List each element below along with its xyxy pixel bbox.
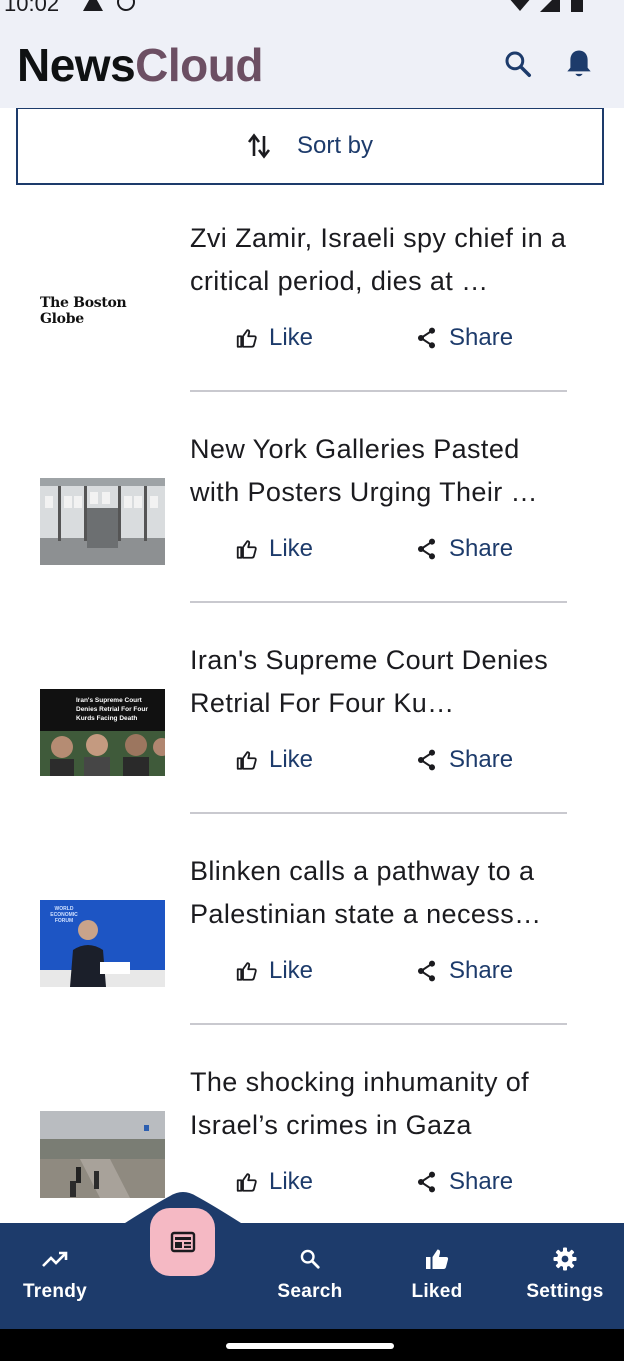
thumb-up-icon — [426, 1249, 449, 1269]
thumb-up-outline-icon — [236, 751, 257, 770]
nav-item-news[interactable] — [150, 1208, 215, 1276]
app-screen: 10:02 NewsCloud Sort by The Boston Globe… — [0, 0, 624, 1361]
share-label: Share — [449, 1168, 514, 1195]
divider — [190, 390, 567, 392]
news-feed[interactable]: The Boston Globe Zvi Zamir, Israeli spy … — [0, 185, 624, 1223]
nav-item-settings[interactable]: Settings — [520, 1223, 610, 1329]
swap-vertical-icon — [247, 133, 271, 159]
app-title-news: News — [17, 39, 136, 91]
divider — [190, 812, 567, 814]
nav-label-settings: Settings — [526, 1281, 604, 1302]
gaza-street-image — [40, 1111, 165, 1198]
article-card[interactable]: The shocking inhumanity of Israel’s crim… — [0, 1029, 624, 1223]
nav-item-search[interactable]: Search — [265, 1223, 355, 1329]
article-thumbnail[interactable] — [40, 1111, 165, 1198]
share-button[interactable]: Share — [416, 742, 513, 778]
system-gesture-bar — [0, 1329, 624, 1361]
share-button[interactable]: Share — [416, 1164, 513, 1200]
like-label: Like — [269, 746, 314, 773]
like-label: Like — [269, 324, 314, 351]
bell-icon — [567, 50, 591, 77]
nav-label-search: Search — [277, 1281, 343, 1302]
search-button[interactable] — [498, 44, 538, 84]
app-title: NewsCloud — [17, 38, 263, 92]
sort-by-button[interactable]: Sort by — [16, 108, 604, 185]
like-button[interactable]: Like — [236, 531, 313, 567]
article-title[interactable]: Zvi Zamir, Israeli spy chief in a critic… — [190, 217, 570, 303]
share-label: Share — [449, 746, 514, 773]
search-icon — [300, 1249, 320, 1269]
share-icon — [417, 1171, 436, 1193]
nav-label-liked: Liked — [411, 1281, 463, 1302]
article-title[interactable]: The shocking inhumanity of Israel’s crim… — [190, 1061, 570, 1147]
article-title[interactable]: New York Galleries Pasted with Posters U… — [190, 428, 570, 514]
nav-label-trendy: Trendy — [22, 1281, 88, 1302]
app-bar: NewsCloud — [0, 14, 624, 108]
wifi-icon — [510, 0, 530, 11]
sync-icon — [117, 0, 135, 11]
share-label: Share — [449, 535, 514, 562]
app-title-cloud: Cloud — [135, 39, 263, 91]
share-icon — [417, 960, 436, 982]
like-button[interactable]: Like — [236, 320, 313, 356]
like-label: Like — [269, 1168, 314, 1195]
thumb-up-outline-icon — [236, 962, 257, 981]
divider — [190, 601, 567, 603]
trending-up-icon — [42, 1251, 68, 1267]
status-right-icons — [508, 0, 584, 12]
article-thumbnail[interactable]: Iran's Supreme Court Denies Retrial For … — [40, 689, 165, 776]
status-left-icons — [82, 0, 136, 12]
thumbnail-caption: WORLD ECONOMIC FORUM — [50, 906, 78, 924]
share-button[interactable]: Share — [416, 320, 513, 356]
share-icon — [417, 749, 436, 771]
battery-icon — [571, 0, 583, 12]
search-icon — [505, 51, 531, 77]
like-button[interactable]: Like — [236, 1164, 313, 1200]
article-card[interactable]: The Boston Globe Zvi Zamir, Israeli spy … — [0, 185, 624, 396]
status-bar: 10:02 — [0, 0, 624, 14]
thumb-up-outline-icon — [236, 540, 257, 559]
divider — [190, 1023, 567, 1025]
share-icon — [417, 538, 436, 560]
share-icon — [417, 327, 436, 349]
home-gesture-handle[interactable] — [226, 1343, 394, 1349]
share-label: Share — [449, 324, 514, 351]
article-title[interactable]: Iran's Supreme Court Denies Retrial For … — [190, 639, 570, 725]
thumb-up-outline-icon — [236, 329, 257, 348]
status-time: 10:02 — [4, 0, 60, 14]
article-card[interactable]: New York Galleries Pasted with Posters U… — [0, 396, 624, 607]
like-button[interactable]: Like — [236, 742, 313, 778]
signal-icon — [540, 0, 560, 12]
article-thumbnail[interactable]: WORLD ECONOMIC FORUM — [40, 900, 165, 987]
newspaper-icon — [170, 1231, 195, 1253]
source-logo: The Boston Globe — [40, 294, 127, 327]
share-label: Share — [449, 957, 514, 984]
article-title[interactable]: Blinken calls a pathway to a Palestinian… — [190, 850, 570, 936]
warning-icon — [83, 0, 103, 11]
like-button[interactable]: Like — [236, 953, 313, 989]
nav-item-liked[interactable]: Liked — [392, 1223, 482, 1329]
thumbnail-caption: Iran's Supreme Court Denies Retrial For … — [76, 697, 148, 722]
like-label: Like — [269, 957, 314, 984]
nav-item-trendy[interactable]: Trendy — [10, 1223, 100, 1329]
share-button[interactable]: Share — [416, 531, 513, 567]
like-label: Like — [269, 535, 314, 562]
gear-icon — [553, 1247, 577, 1271]
sort-by-label: Sort by — [296, 132, 374, 159]
share-button[interactable]: Share — [416, 953, 513, 989]
article-thumbnail[interactable]: The Boston Globe — [40, 267, 165, 354]
notifications-button[interactable] — [559, 44, 599, 84]
article-card[interactable]: WORLD ECONOMIC FORUM Blinken calls a pat… — [0, 818, 624, 1029]
article-card[interactable]: Iran's Supreme Court Denies Retrial For … — [0, 607, 624, 818]
thumb-up-outline-icon — [236, 1173, 257, 1192]
gallery-storefront-image — [40, 478, 165, 565]
article-thumbnail[interactable] — [40, 478, 165, 565]
